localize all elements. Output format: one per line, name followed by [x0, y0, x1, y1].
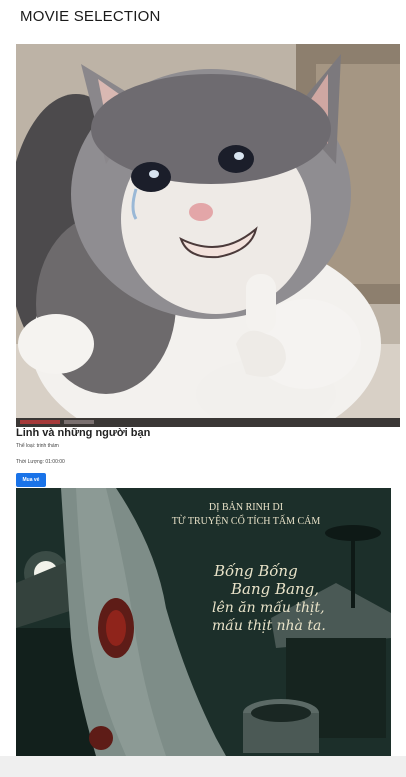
poster-verse-4: mấu thịt nhà ta. — [212, 617, 326, 634]
movie-title: Linh và những người bạn — [16, 427, 151, 439]
movie-poster-image[interactable] — [16, 44, 400, 427]
movie-genre: Thể loại: trinh thám — [16, 443, 59, 449]
page-bottom-strip — [0, 756, 406, 777]
poster-tagline-1: DỊ BẢN RINH DI — [209, 501, 283, 513]
poster-tagline-2: TỪ TRUYỆN CỔ TÍCH TẤM CÁM — [172, 514, 321, 527]
page-title: MOVIE SELECTION — [20, 8, 161, 25]
crying-cat-thumbs-up-image — [16, 44, 400, 427]
poster-verse-2: Bang Bang, — [230, 580, 319, 598]
movie-poster-image[interactable]: DỊ BẢN RINH DI TỪ TRUYỆN CỔ TÍCH TẤM CÁM… — [16, 488, 391, 756]
poster-verse-1: Bống Bống — [213, 562, 298, 580]
buy-ticket-button[interactable]: Mua vé — [16, 473, 46, 487]
horror-poster-image: DỊ BẢN RINH DI TỪ TRUYỆN CỔ TÍCH TẤM CÁM… — [16, 488, 391, 756]
poster-verse-3: lên ăn mấu thịt, — [212, 599, 325, 616]
movie-selection-page: MOVIE SELECTION Linh và những người bạn … — [0, 0, 406, 756]
movie-duration: Thời Lượng: 01:00:00 — [16, 459, 65, 465]
